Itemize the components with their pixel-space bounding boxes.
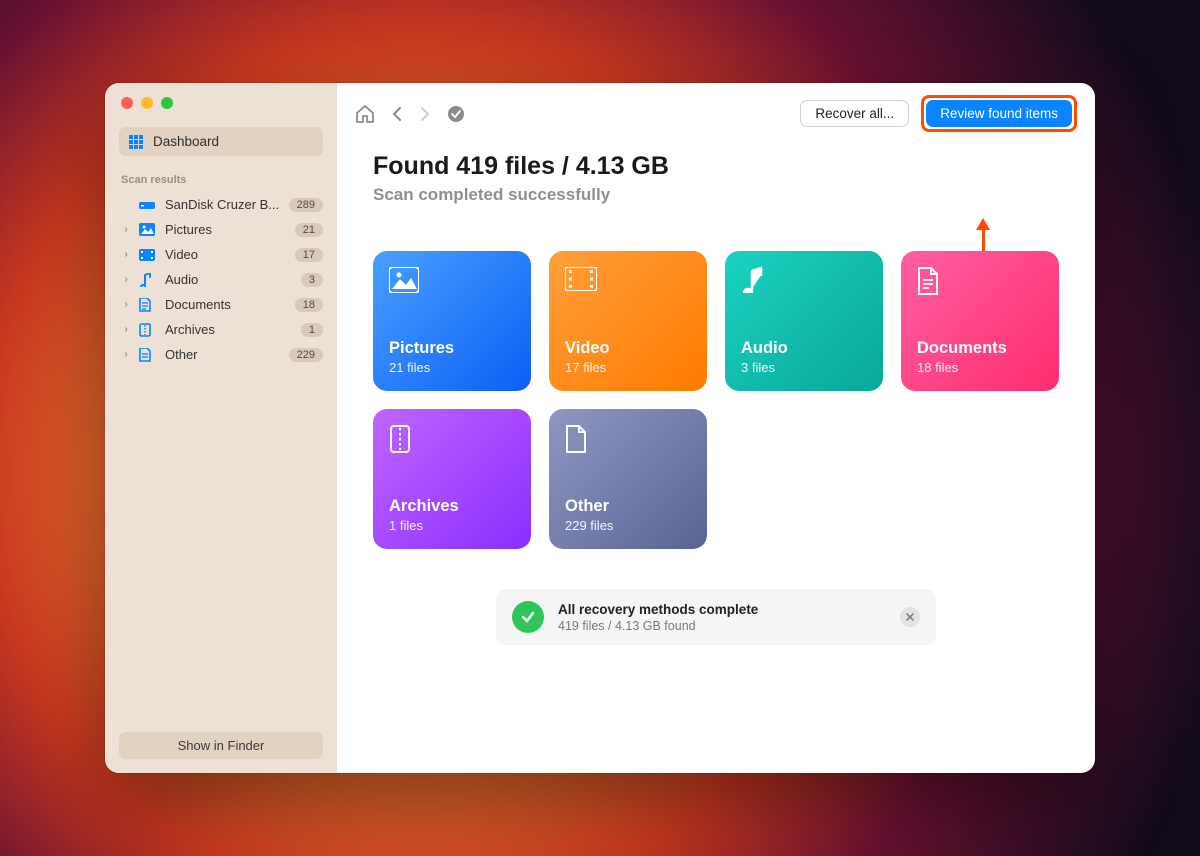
chevron-right-icon: › bbox=[121, 299, 131, 310]
chevron-right-icon: › bbox=[121, 324, 131, 335]
check-circle-icon[interactable] bbox=[447, 105, 465, 123]
card-title: Video bbox=[565, 339, 691, 358]
chevron-right-icon: › bbox=[121, 224, 131, 235]
device-label: SanDisk Cruzer B... bbox=[165, 197, 281, 212]
sidebar-item-other[interactable]: › Other 229 bbox=[105, 343, 337, 366]
music-note-icon bbox=[741, 267, 867, 293]
document-icon bbox=[917, 267, 1043, 295]
sidebar-item-label: Audio bbox=[165, 272, 293, 287]
card-title: Documents bbox=[917, 339, 1043, 358]
status-text: All recovery methods complete 419 files … bbox=[558, 602, 758, 633]
sidebar-item-count: 17 bbox=[295, 248, 323, 262]
card-title: Audio bbox=[741, 339, 867, 358]
document-icon bbox=[139, 298, 157, 312]
sidebar-item-audio[interactable]: › Audio 3 bbox=[105, 268, 337, 291]
file-icon bbox=[565, 425, 691, 453]
recover-all-label: Recover all... bbox=[815, 106, 894, 121]
drive-icon bbox=[139, 199, 157, 211]
sidebar-item-label: Documents bbox=[165, 297, 287, 312]
forward-button bbox=[419, 106, 431, 122]
home-icon[interactable] bbox=[355, 105, 375, 123]
main-area: Recover all... Review found items Found … bbox=[337, 83, 1095, 773]
recover-all-button[interactable]: Recover all... bbox=[800, 100, 909, 127]
card-title: Pictures bbox=[389, 339, 515, 358]
finder-label: Show in Finder bbox=[178, 738, 265, 753]
sidebar-item-documents[interactable]: › Documents 18 bbox=[105, 293, 337, 316]
review-label: Review found items bbox=[940, 106, 1058, 121]
status-subtitle: 419 files / 4.13 GB found bbox=[558, 619, 758, 633]
window-controls bbox=[105, 83, 337, 119]
chevron-right-icon: › bbox=[121, 274, 131, 285]
section-label: Scan results bbox=[105, 174, 337, 192]
dashboard-button[interactable]: Dashboard bbox=[119, 127, 323, 156]
video-icon bbox=[139, 249, 157, 261]
sidebar-item-label: Archives bbox=[165, 322, 293, 337]
sidebar-item-archives[interactable]: › Archives 1 bbox=[105, 318, 337, 341]
sidebar-item-count: 18 bbox=[295, 298, 323, 312]
card-title: Archives bbox=[389, 497, 515, 516]
content: Found 419 files / 4.13 GB Scan completed… bbox=[337, 142, 1095, 665]
card-audio[interactable]: Audio 3 files bbox=[725, 251, 883, 391]
sidebar-item-count: 229 bbox=[289, 348, 323, 362]
dismiss-status-button[interactable] bbox=[900, 607, 920, 627]
sidebar-item-label: Pictures bbox=[165, 222, 287, 237]
app-window: Dashboard Scan results SanDisk Cruzer B.… bbox=[105, 83, 1095, 773]
review-found-items-button[interactable]: Review found items bbox=[926, 100, 1072, 127]
sidebar-item-pictures[interactable]: › Pictures 21 bbox=[105, 218, 337, 241]
card-pictures[interactable]: Pictures 21 files bbox=[373, 251, 531, 391]
card-sub: 1 files bbox=[389, 518, 515, 533]
picture-icon bbox=[139, 223, 157, 236]
card-title: Other bbox=[565, 497, 691, 516]
sidebar-item-label: Video bbox=[165, 247, 287, 262]
category-cards: Pictures 21 files Video 17 files bbox=[373, 251, 1059, 549]
zoom-window-button[interactable] bbox=[161, 97, 173, 109]
sidebar-device[interactable]: SanDisk Cruzer B... 289 bbox=[105, 193, 337, 216]
sidebar-item-label: Other bbox=[165, 347, 281, 362]
card-other[interactable]: Other 229 files bbox=[549, 409, 707, 549]
device-count: 289 bbox=[289, 198, 323, 212]
card-sub: 3 files bbox=[741, 360, 867, 375]
minimize-window-button[interactable] bbox=[141, 97, 153, 109]
file-icon bbox=[139, 348, 157, 362]
card-sub: 17 files bbox=[565, 360, 691, 375]
sidebar-item-count: 1 bbox=[301, 323, 323, 337]
video-icon bbox=[565, 267, 691, 291]
page-subtitle: Scan completed successfully bbox=[373, 185, 1059, 205]
sidebar-item-count: 3 bbox=[301, 273, 323, 287]
card-archives[interactable]: Archives 1 files bbox=[373, 409, 531, 549]
dashboard-label: Dashboard bbox=[153, 134, 219, 149]
chevron-right-icon: › bbox=[121, 249, 131, 260]
sidebar: Dashboard Scan results SanDisk Cruzer B.… bbox=[105, 83, 337, 773]
grid-icon bbox=[129, 135, 143, 149]
card-documents[interactable]: Documents 18 files bbox=[901, 251, 1059, 391]
music-note-icon bbox=[139, 273, 157, 287]
picture-icon bbox=[389, 267, 515, 293]
page-title: Found 419 files / 4.13 GB bbox=[373, 152, 1059, 181]
chevron-right-icon: › bbox=[121, 349, 131, 360]
status-title: All recovery methods complete bbox=[558, 602, 758, 617]
check-icon bbox=[512, 601, 544, 633]
sidebar-item-count: 21 bbox=[295, 223, 323, 237]
show-in-finder-button[interactable]: Show in Finder bbox=[119, 732, 323, 759]
close-window-button[interactable] bbox=[121, 97, 133, 109]
card-sub: 21 files bbox=[389, 360, 515, 375]
toolbar: Recover all... Review found items bbox=[337, 83, 1095, 142]
card-sub: 229 files bbox=[565, 518, 691, 533]
status-bar: All recovery methods complete 419 files … bbox=[496, 589, 936, 645]
card-video[interactable]: Video 17 files bbox=[549, 251, 707, 391]
sidebar-item-video[interactable]: › Video 17 bbox=[105, 243, 337, 266]
card-sub: 18 files bbox=[917, 360, 1043, 375]
archive-icon bbox=[139, 323, 157, 337]
back-button[interactable] bbox=[391, 106, 403, 122]
archive-icon bbox=[389, 425, 515, 453]
annotation-highlight: Review found items bbox=[921, 95, 1077, 132]
